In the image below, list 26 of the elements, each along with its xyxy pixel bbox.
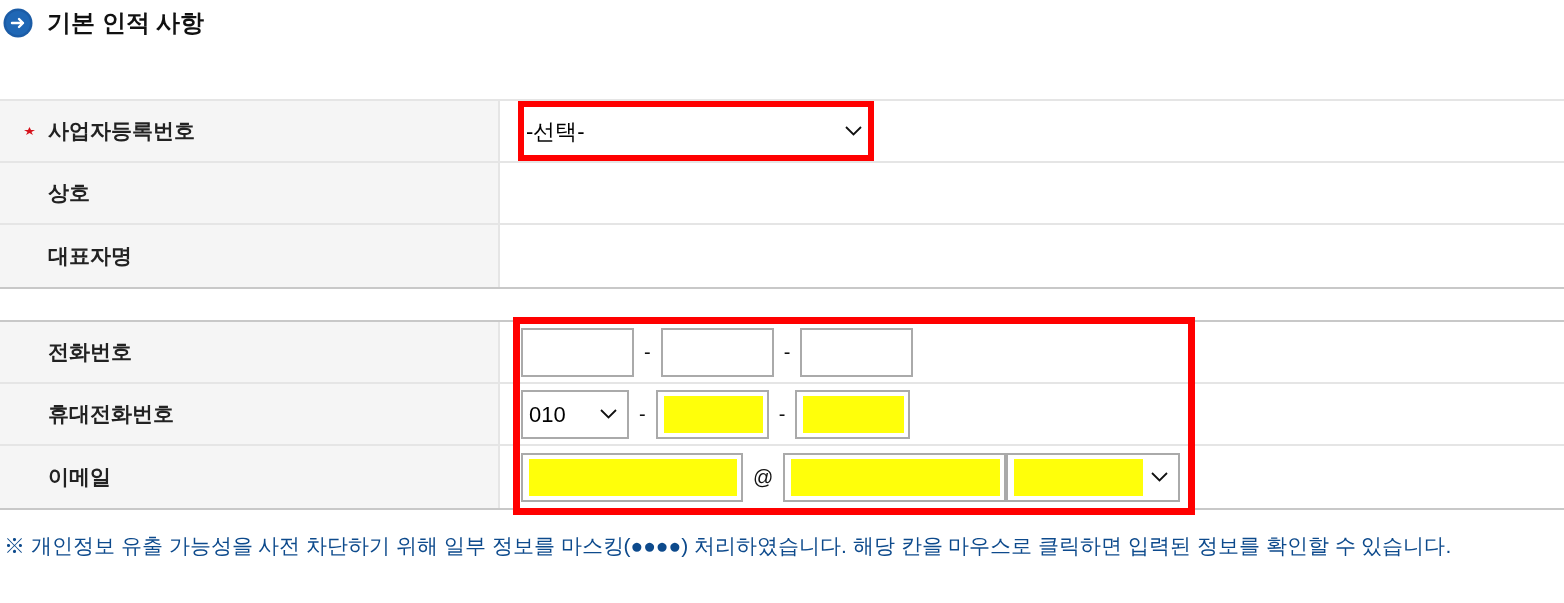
input-field[interactable]	[521, 452, 743, 502]
separator-text: -	[778, 402, 786, 427]
input-field[interactable]	[795, 389, 911, 439]
dropdown[interactable]: 010	[521, 389, 629, 439]
notice-text: ※ 개인정보 유출 가능성을 사전 차단하기 위해 일부 정보를 마스킹(●●●●) 처리하였습니다. 해당 칸을 마우스로 클릭하면 입력된 정보를 확인할 수 있습니다.	[3, 533, 1453, 559]
field-label: 휴대전화번호	[48, 401, 174, 428]
separator-text: -	[644, 340, 651, 365]
arrow-circle-icon	[3, 8, 33, 38]
separator-text: -	[639, 402, 646, 427]
separator-text: @	[753, 465, 774, 490]
input-field[interactable]	[783, 452, 1007, 502]
field-label: 대표자명	[48, 243, 132, 270]
separator-text: -	[783, 340, 791, 365]
input-field[interactable]	[521, 327, 634, 377]
section-title: 기본 인적 사항	[47, 8, 205, 38]
caret-icon	[600, 409, 617, 419]
caret-icon	[845, 126, 862, 136]
field-label: 이메일	[48, 464, 111, 491]
input-field[interactable]	[800, 327, 914, 377]
field-label: 상호	[48, 180, 90, 207]
dropdown[interactable]	[1006, 452, 1181, 502]
caret-icon	[1151, 472, 1169, 482]
input-field[interactable]	[660, 327, 774, 377]
field-label: 사업자등록번호	[48, 118, 195, 145]
field-label: 전화번호	[48, 339, 132, 366]
input-field[interactable]	[655, 389, 769, 439]
